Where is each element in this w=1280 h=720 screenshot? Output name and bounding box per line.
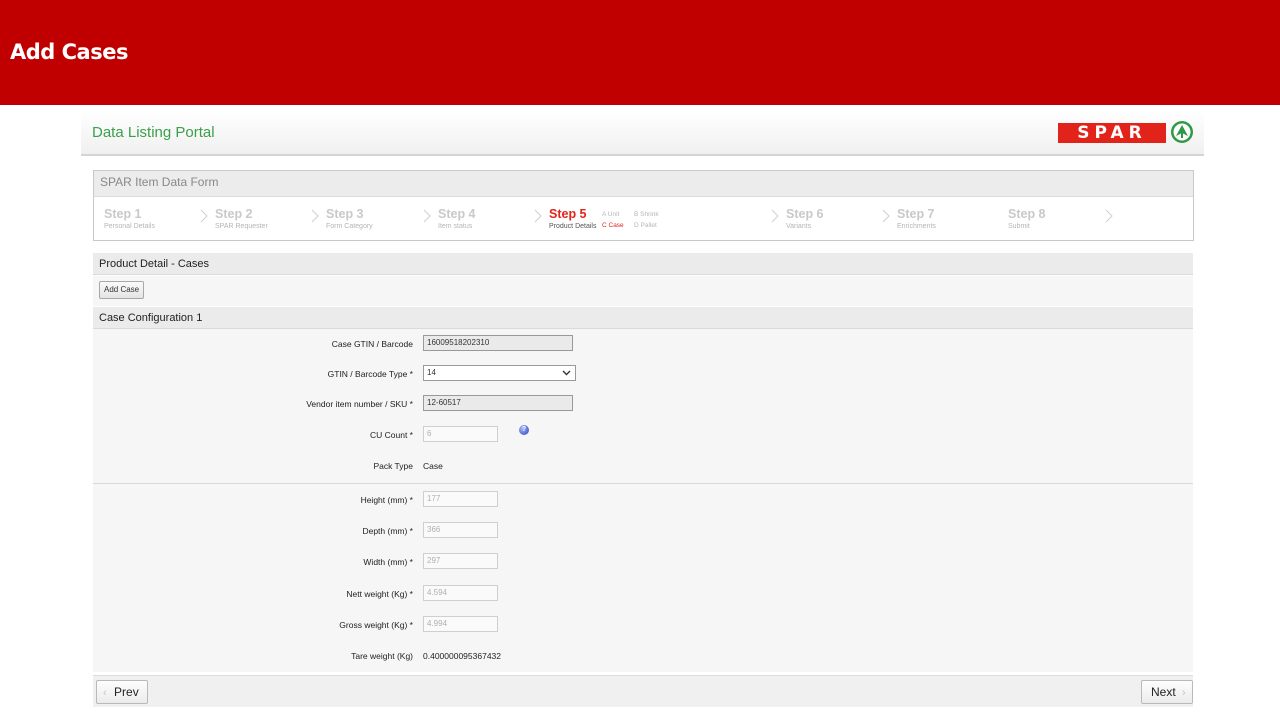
step-7[interactable]: Step 7 Enrichments bbox=[897, 207, 936, 230]
chevron-down-icon bbox=[562, 370, 571, 376]
pack-type-label: Pack Type bbox=[373, 461, 413, 471]
option-unit[interactable]: A Unit bbox=[602, 209, 624, 220]
vendor-sku-label: Vendor item number / SKU * bbox=[306, 399, 413, 409]
nett-weight-row: Nett weight (Kg) * 4.594 bbox=[93, 585, 1193, 605]
cu-count-row: CU Count * 6 ? bbox=[93, 425, 1193, 446]
step-3-title: Step 3 bbox=[326, 207, 364, 221]
step-4[interactable]: Step 4 Item status bbox=[438, 207, 476, 230]
case-gtin-label: Case GTIN / Barcode bbox=[331, 339, 413, 349]
nett-weight-label: Nett weight (Kg) * bbox=[346, 589, 413, 599]
depth-row: Depth (mm) * 366 bbox=[93, 522, 1193, 542]
option-case[interactable]: C Case bbox=[602, 220, 624, 231]
form-title: SPAR Item Data Form bbox=[94, 171, 1193, 197]
tare-weight-value: 0.400000095367432 bbox=[423, 651, 501, 661]
step-7-subtitle: Enrichments bbox=[897, 223, 936, 230]
chevron-left-icon: ‹ bbox=[103, 687, 107, 699]
chevron-right-icon bbox=[311, 209, 319, 223]
step-4-title: Step 4 bbox=[438, 207, 476, 221]
step-5-options-right: B Shrink D Pallet bbox=[634, 209, 659, 231]
spar-logo-text: SPAR bbox=[1058, 123, 1166, 143]
option-pallet[interactable]: D Pallet bbox=[634, 220, 659, 231]
depth-label: Depth (mm) * bbox=[362, 526, 413, 536]
step-6-title: Step 6 bbox=[786, 207, 824, 221]
step-2-title: Step 2 bbox=[215, 207, 253, 221]
slide-title: Add Cases bbox=[10, 40, 128, 64]
chevron-right-icon bbox=[200, 209, 208, 223]
step-5-options-left: A Unit C Case bbox=[602, 209, 624, 231]
wizard-nav-bar: ‹ Prev Next › bbox=[93, 675, 1193, 707]
step-wizard: Step 1 Personal Details Step 2 SPAR Requ… bbox=[94, 197, 1193, 241]
step-3[interactable]: Step 3 Form Category bbox=[326, 207, 373, 230]
next-button[interactable]: Next › bbox=[1141, 680, 1193, 704]
gtin-type-value: 14 bbox=[427, 368, 436, 377]
help-icon[interactable]: ? bbox=[519, 425, 529, 435]
step-6-subtitle: Variants bbox=[786, 223, 812, 230]
step-1[interactable]: Step 1 Personal Details bbox=[104, 207, 155, 230]
prev-label: Prev bbox=[114, 685, 139, 699]
gross-weight-row: Gross weight (Kg) * 4.994 bbox=[93, 616, 1193, 636]
step-2[interactable]: Step 2 SPAR Requester bbox=[215, 207, 268, 230]
gtin-type-row: GTIN / Barcode Type * 14 bbox=[93, 365, 1193, 385]
chevron-right-icon bbox=[534, 209, 542, 223]
chevron-right-icon bbox=[1105, 209, 1113, 223]
step-1-subtitle: Personal Details bbox=[104, 223, 155, 230]
case-gtin-row: Case GTIN / Barcode 16009518202310 bbox=[93, 335, 1193, 355]
chevron-right-icon: › bbox=[1182, 687, 1186, 699]
chevron-right-icon bbox=[771, 209, 779, 223]
nett-weight-input[interactable]: 4.594 bbox=[423, 585, 498, 601]
slide-banner: Add Cases bbox=[0, 0, 1280, 105]
height-label: Height (mm) * bbox=[360, 495, 413, 505]
cu-count-label: CU Count * bbox=[370, 430, 413, 440]
step-8-subtitle: Submit bbox=[1008, 223, 1030, 230]
step-1-title: Step 1 bbox=[104, 207, 142, 221]
next-label: Next bbox=[1151, 685, 1176, 699]
step-8-title: Step 8 bbox=[1008, 207, 1046, 221]
product-detail-header: Product Detail - Cases bbox=[93, 253, 1193, 275]
step-4-subtitle: Item status bbox=[438, 223, 473, 230]
prev-button[interactable]: ‹ Prev bbox=[96, 680, 148, 704]
portal-title: Data Listing Portal bbox=[92, 124, 215, 141]
width-label: Width (mm) * bbox=[363, 557, 413, 567]
pack-type-row: Pack Type Case bbox=[93, 457, 1193, 477]
option-shrink[interactable]: B Shrink bbox=[634, 209, 659, 220]
step-5[interactable]: Step 5 Product Details bbox=[549, 207, 596, 230]
gross-weight-input[interactable]: 4.994 bbox=[423, 616, 498, 632]
width-row: Width (mm) * 297 bbox=[93, 553, 1193, 573]
case-configuration-header: Case Configuration 1 bbox=[93, 307, 1193, 329]
gtin-type-select[interactable]: 14 bbox=[423, 365, 576, 381]
chevron-right-icon bbox=[882, 209, 890, 223]
step-8[interactable]: Step 8 Submit bbox=[1008, 207, 1046, 230]
add-case-area: Add Case bbox=[93, 276, 1193, 306]
case-gtin-input[interactable]: 16009518202310 bbox=[423, 335, 573, 351]
step-5-subtitle: Product Details bbox=[549, 223, 597, 230]
step-3-subtitle: Form Category bbox=[326, 223, 373, 230]
chevron-right-icon bbox=[423, 209, 431, 223]
gtin-type-label: GTIN / Barcode Type * bbox=[327, 369, 413, 379]
vendor-sku-input[interactable]: 12-60517 bbox=[423, 395, 573, 411]
gross-weight-label: Gross weight (Kg) * bbox=[339, 620, 413, 630]
cu-count-input[interactable]: 6 bbox=[423, 426, 498, 442]
spar-tree-icon bbox=[1171, 121, 1193, 143]
spar-logo: SPAR bbox=[1058, 121, 1194, 145]
depth-input[interactable]: 366 bbox=[423, 522, 498, 538]
pack-type-value: Case bbox=[423, 461, 443, 471]
section-divider bbox=[93, 483, 1193, 484]
step-5-title: Step 5 bbox=[549, 207, 587, 221]
item-data-form-panel: SPAR Item Data Form Step 1 Personal Deta… bbox=[93, 170, 1194, 241]
step-7-title: Step 7 bbox=[897, 207, 935, 221]
tare-weight-row: Tare weight (Kg) 0.400000095367432 bbox=[93, 647, 1193, 667]
height-input[interactable]: 177 bbox=[423, 491, 498, 507]
step-2-subtitle: SPAR Requester bbox=[215, 223, 268, 230]
portal-header: Data Listing Portal SPAR bbox=[81, 110, 1204, 156]
height-row: Height (mm) * 177 bbox=[93, 491, 1193, 511]
width-input[interactable]: 297 bbox=[423, 553, 498, 569]
vendor-sku-row: Vendor item number / SKU * 12-60517 bbox=[93, 395, 1193, 415]
case-configuration-form: Case GTIN / Barcode 16009518202310 GTIN … bbox=[93, 329, 1193, 672]
tare-weight-label: Tare weight (Kg) bbox=[351, 651, 413, 661]
step-6[interactable]: Step 6 Variants bbox=[786, 207, 824, 230]
add-case-button[interactable]: Add Case bbox=[99, 281, 145, 299]
